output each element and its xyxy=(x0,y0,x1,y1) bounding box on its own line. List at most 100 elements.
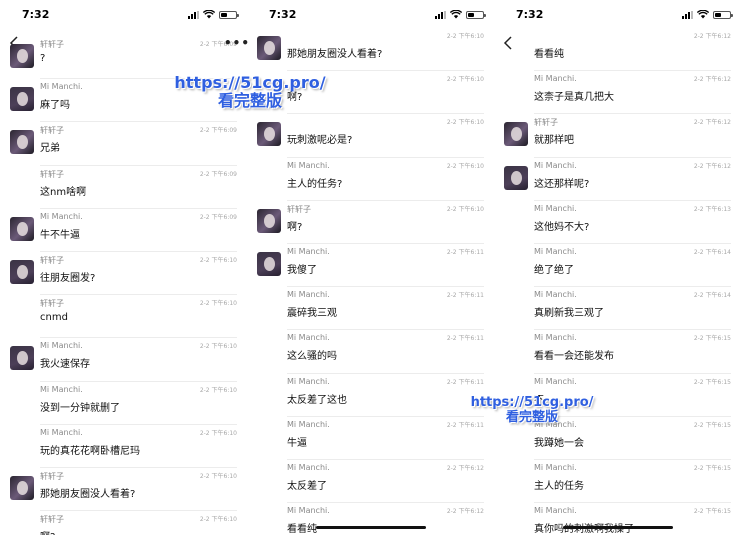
sender-name: Mi Manchi. xyxy=(40,211,83,221)
message-time: 2-2 下午6:09 xyxy=(199,213,237,221)
home-indicator[interactable] xyxy=(315,526,426,529)
message-row[interactable]: Mi Manchi. 2-2 下午6:10 我火速保存 xyxy=(0,338,247,382)
home-indicator[interactable] xyxy=(562,526,673,529)
message-row[interactable]: Mi Manchi. 2-2 下午6:11 这么骚的吗 xyxy=(247,330,494,374)
message-text: 啊? xyxy=(287,221,303,233)
message-row[interactable]: Mi Manchi. 2-2 下午6:15 看看一会还能发布 xyxy=(494,330,741,374)
status-bar: 7:32 xyxy=(0,0,247,30)
message-row[interactable]: Mi Manchi. 2-2 下午6:11 我傻了 xyxy=(247,244,494,288)
status-icons xyxy=(435,10,486,19)
message-row[interactable]: Mi Manchi. 2-2 下午6:15 主人的任务 xyxy=(494,460,741,504)
message-text: 兄弟 xyxy=(40,143,60,155)
message-row[interactable]: Mi Manchi. 2-2 下午6:09 牛不牛逼 xyxy=(0,209,247,252)
message-row[interactable]: Mi Manchi. 2-2 下午6:12 这还那样呢? xyxy=(494,158,741,201)
message-row[interactable]: Mi Manchi. 2-2 下午6:15 真你吗的刺激啊我操了 xyxy=(494,503,741,535)
avatar[interactable] xyxy=(10,87,34,112)
message-text: 真刷新我三观了 xyxy=(534,308,604,320)
sender-name: Mi Manchi. xyxy=(534,290,577,300)
message-row[interactable]: Mi Manchi. 2-2 下午6:11 牛逼 xyxy=(247,417,494,460)
message-row[interactable]: Mi Manchi. 2-2 下午6:10 玩的真花花啊卧槽尼玛 xyxy=(0,425,247,468)
message-text: 牛逼 xyxy=(287,437,307,449)
message-row[interactable]: 轩轩子 2-2 下午6:12 就那样吧 xyxy=(494,114,741,158)
message-text: 太反差了这也 xyxy=(287,394,347,406)
message-row[interactable]: 轩轩子 2-2 下午6:10 那她朋友圈没人看着? xyxy=(0,468,247,512)
avatar[interactable] xyxy=(10,346,34,371)
message-time: 2-2 下午6:15 xyxy=(693,421,731,429)
message-text: 看看一会还能发布 xyxy=(534,351,614,363)
message-row[interactable]: Mi Manchi. 2-2 下午6:12 看看纯 xyxy=(247,503,494,535)
watermark-url: https://51cg.pro/ xyxy=(470,395,594,410)
message-text: 这他妈不大? xyxy=(534,221,590,233)
message-time: 2-2 下午6:10 xyxy=(446,205,484,213)
message-row[interactable]: 轩轩子 2-2 下午6:10 往朋友圈发? xyxy=(0,252,247,296)
message-time: 2-2 下午6:15 xyxy=(693,508,731,516)
message-row[interactable]: 轩轩子 2-2 下午6:10 啊? xyxy=(247,201,494,244)
message-row[interactable]: Mi Manchi. 2-2 下午6:14 绝了绝了 xyxy=(494,244,741,288)
avatar[interactable] xyxy=(257,251,281,276)
sender-name: Mi Manchi. xyxy=(287,376,330,386)
sender-name: Mi Manchi. xyxy=(287,506,330,516)
message-row[interactable]: 轩轩子 2-2 下午6:09 兄弟 xyxy=(0,122,247,166)
message-row[interactable]: 2-2 下午6:10 玩刺激呢必是? xyxy=(247,114,494,158)
message-row[interactable]: Mi Manchi. 2-2 下午6:12 这柰子是真几把大 xyxy=(494,71,741,115)
message-text: 这nm啥啊 xyxy=(40,186,87,198)
sender-name: 轩轩子 xyxy=(534,118,558,128)
message-row[interactable]: Mi Manchi. 2-2 下午6:11 太反差了这也 xyxy=(247,374,494,417)
message-text: 这还那样呢? xyxy=(534,178,590,190)
message-row[interactable]: 轩轩子 2-2 下午6:09 这nm啥啊 xyxy=(0,166,247,209)
wifi-icon xyxy=(450,10,462,19)
sender-name: Mi Manchi. xyxy=(40,384,83,394)
avatar[interactable] xyxy=(10,44,34,68)
status-time: 7:32 xyxy=(516,8,544,21)
message-row[interactable]: 2-2 下午6:12 看看纯 xyxy=(494,28,741,72)
message-text: 牛不牛逼 xyxy=(40,229,80,241)
message-time: 2-2 下午6:09 xyxy=(199,127,237,135)
message-time: 2-2 下午6:12 xyxy=(446,508,484,516)
status-time: 7:32 xyxy=(22,8,50,21)
watermark: https://51cg.pro/ 看完整版 xyxy=(462,395,602,426)
message-row[interactable]: 轩轩子 2-2 下午6:10 cnmd xyxy=(0,295,247,339)
message-row[interactable]: Mi Manchi. 2-2 下午6:12 太反差了 xyxy=(247,460,494,504)
message-row[interactable]: Mi Manchi. 2-2 下午6:14 真刷新我三观了 xyxy=(494,287,741,331)
more-options-icon[interactable]: ••• xyxy=(224,36,250,50)
message-time: 2-2 下午6:11 xyxy=(446,292,484,300)
avatar[interactable] xyxy=(257,36,281,60)
message-text: 主人的任务? xyxy=(287,178,343,190)
message-text: 绝了绝了 xyxy=(534,264,574,276)
avatar[interactable] xyxy=(504,165,528,190)
message-row[interactable]: Mi Manchi. 2-2 下午6:11 震碎我三观 xyxy=(247,287,494,331)
message-text: 我蹲她一会 xyxy=(534,437,584,449)
sender-name: 轩轩子 xyxy=(40,255,64,265)
message-time: 2-2 下午6:10 xyxy=(199,429,237,437)
message-time: 2-2 下午6:12 xyxy=(693,162,731,170)
message-text: 我火速保存 xyxy=(40,359,90,371)
avatar[interactable] xyxy=(10,130,34,155)
avatar[interactable] xyxy=(504,122,528,147)
battery-icon xyxy=(713,10,733,19)
avatar[interactable] xyxy=(10,216,34,241)
message-row[interactable]: 2-2 下午6:10 那她朋友圈没人看着? xyxy=(247,28,494,72)
sender-name: Mi Manchi. xyxy=(287,419,330,429)
message-time: 2-2 下午6:15 xyxy=(693,464,731,472)
message-row[interactable]: Mi Manchi. 2-2 下午6:10 主人的任务? xyxy=(247,158,494,201)
message-time: 2-2 下午6:12 xyxy=(693,33,731,40)
message-row[interactable]: Mi Manchi. 2-2 下午6:13 这他妈不大? xyxy=(494,201,741,244)
avatar[interactable] xyxy=(257,208,281,233)
message-row[interactable]: Mi Manchi. 2-2 下午6:10 没到一分钟就删了 xyxy=(0,382,247,425)
sender-name: Mi Manchi. xyxy=(534,376,577,386)
message-time: 2-2 下午6:14 xyxy=(693,248,731,256)
message-text: cnmd xyxy=(40,312,68,324)
watermark-caption: 看完整版 xyxy=(505,409,558,425)
message-row[interactable]: 轩轩子 2-2 下午6:10 啊? xyxy=(0,511,247,535)
sender-name: Mi Manchi. xyxy=(534,160,577,170)
wifi-icon xyxy=(203,10,215,19)
message-text: 主人的任务 xyxy=(534,480,584,492)
wifi-icon xyxy=(697,10,709,19)
sender-name: Mi Manchi. xyxy=(534,462,577,472)
message-time: 2-2 下午6:12 xyxy=(693,76,731,84)
message-time: 2-2 下午6:10 xyxy=(446,119,484,127)
status-icons xyxy=(188,10,239,19)
avatar[interactable] xyxy=(10,475,34,500)
avatar[interactable] xyxy=(257,122,281,147)
avatar[interactable] xyxy=(10,259,34,284)
